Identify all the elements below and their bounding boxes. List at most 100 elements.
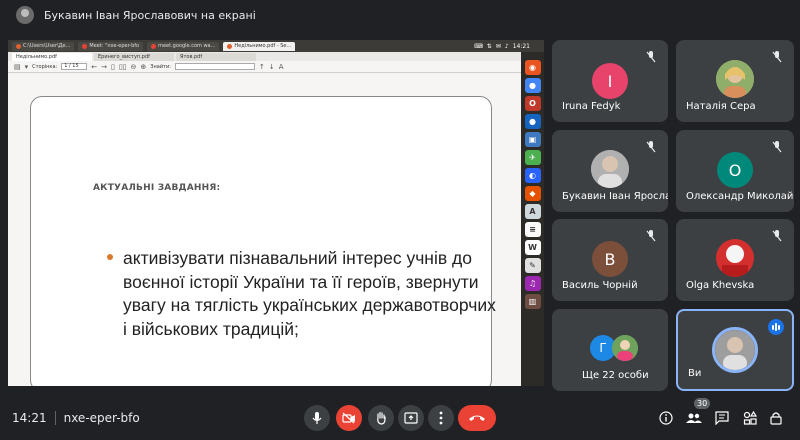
pdf-tab[interactable]: Недільнимо.pdf [12,53,92,61]
people-button[interactable] [684,408,704,428]
pdf-viewer: Недільнимо.pdf Еринего_виступ.pdf Ятов.p… [8,52,521,386]
pdf-tab[interactable]: Еринего_виступ.pdf [94,53,174,61]
participant-name: Наталія Сера [686,101,756,112]
app-icon[interactable]: ♫ [524,276,541,291]
participant-tile[interactable]: Наталія Сера [676,40,794,122]
back-icon[interactable]: ← [91,63,97,71]
lock-icon [770,412,782,425]
app-icon[interactable]: ✈ [524,150,541,165]
writer-icon[interactable]: A [524,204,541,219]
files-icon[interactable]: ▣ [524,132,541,147]
mail-icon: ✉ [495,42,501,50]
meeting-clock: 14:21 [12,411,47,425]
browser-tab[interactable]: Meet: "nxe-eper-bfo [78,41,144,51]
participant-avatar: О [717,152,753,188]
participant-avatar: I [592,63,628,99]
page-label: Сторінка: [32,63,58,70]
participant-name: Олександр Миколайов... [686,191,794,202]
activities-button[interactable] [740,408,760,428]
participant-tile[interactable]: I Iruna Fedyk [552,40,668,122]
ubuntu-icon[interactable]: ◉ [524,60,541,75]
participant-photo [591,150,629,188]
host-controls-button[interactable] [766,408,786,428]
participant-name: Iruna Fedyk [562,101,621,112]
leave-call-button[interactable] [458,405,496,431]
meet-icon [82,43,88,49]
pdf-page: АКТУАЛЬНІ ЗАВДАННЯ: активізувати пізнава… [30,96,496,386]
bullet-dot-icon [107,254,113,260]
trash-icon[interactable]: ▥ [524,294,541,309]
slide-bullet-text: активізувати пізнавальний інтерес учнів … [123,248,496,339]
opera-icon[interactable]: O [524,96,541,111]
browser-tab[interactable]: C:\Users\User\Де... [12,41,75,51]
single-page-icon[interactable]: ▯ [111,63,115,71]
mic-off-icon [772,230,782,242]
self-tile[interactable]: Ви [676,309,794,391]
pdf-toolbar: ▤ ▾ Сторінка: 1 / 15 ← → ▯ ▯▯ ⊖ ⊕ Знайти… [8,61,521,73]
folder-icon [16,43,21,49]
raise-hand-button[interactable] [368,405,394,431]
document-icon[interactable]: ≡ [524,222,541,237]
find-up-icon[interactable]: ↑ [259,63,265,71]
find-input[interactable] [174,63,255,70]
zoom-out-icon[interactable]: ⊖ [131,63,137,71]
more-vert-icon [439,411,443,425]
forward-icon[interactable]: → [101,63,107,71]
participant-photo [716,239,754,277]
presenter-avatar [16,6,34,24]
browser-tab[interactable]: Недільнимо.pdf - Se... [223,41,296,51]
meeting-details-button[interactable] [656,408,676,428]
presenter-title: Букавин Іван Ярославович на екрані [44,8,256,22]
slide-heading: АКТУАЛЬНІ ЗАВДАННЯ: [93,183,221,193]
participant-tile[interactable]: Olga Khevska [676,219,794,301]
more-participants-tile[interactable]: Г Ще 22 особи [552,309,668,391]
camera-off-button[interactable] [336,405,362,431]
chat-icon [715,411,729,425]
zoom-in-icon[interactable]: ⊕ [140,63,146,71]
desktop-top-bar: C:\Users\User\Де... Meet: "nxe-eper-bfo … [8,40,544,52]
shapes-icon [743,411,757,425]
chat-button[interactable] [712,408,732,428]
self-name: Ви [688,368,702,379]
browser-tab[interactable]: meet.google.com wa... [147,41,220,51]
network-icon: ⇅ [486,42,492,50]
participant-name: Olga Khevska [686,280,755,291]
participant-photo [716,60,754,98]
participant-name: Букавин Іван Ярославо... [562,191,668,202]
info-icon [659,411,673,425]
find-down-icon[interactable]: ↓ [269,63,275,71]
camera-off-icon [342,412,355,424]
pdf-tab[interactable]: Ятов.pdf [176,53,256,61]
participant-photo [612,335,638,361]
participant-name: Василь Чорній [562,280,638,291]
volume-icon: ♪ [504,42,509,50]
presenter-bar: Букавин Іван Ярославович на екрані [0,0,800,30]
open-icon[interactable]: ▤ [14,63,21,71]
meet-icon [151,43,157,49]
chromium-icon[interactable]: ● [524,114,541,129]
bookmark-icon[interactable]: ▾ [25,63,29,71]
hangup-icon [469,415,485,421]
system-tray: ⌨ ⇅ ✉ ♪ 14:21 [474,43,544,50]
participant-tile[interactable]: В Василь Чорній [552,219,668,301]
find-label: Знайти: [150,63,171,70]
double-page-icon[interactable]: ▯▯ [119,63,127,71]
present-icon [404,412,418,424]
firefox-icon[interactable]: ◐ [524,168,541,183]
writer-doc-icon[interactable]: W [524,240,541,255]
font-icon[interactable]: A [279,63,284,71]
participant-tile[interactable]: Букавин Іван Ярославо... [552,130,668,212]
page-input[interactable]: 1 / 15 [61,63,88,70]
chrome-icon[interactable]: ● [524,78,541,93]
more-avatars: Г [590,331,640,361]
app-icon[interactable]: ◆ [524,186,541,201]
texteditor-icon[interactable]: ✎ [524,258,541,273]
mic-icon [312,412,322,424]
present-button[interactable] [398,405,424,431]
more-options-button[interactable] [428,405,454,431]
participant-tile[interactable]: О Олександр Миколайов... [676,130,794,212]
mic-off-icon [646,230,656,242]
pdf-tab-strip: Недільнимо.pdf Еринего_виступ.pdf Ятов.p… [8,52,521,61]
meeting-code: nxe-eper-bfo [63,411,140,425]
mic-button[interactable] [304,405,330,431]
